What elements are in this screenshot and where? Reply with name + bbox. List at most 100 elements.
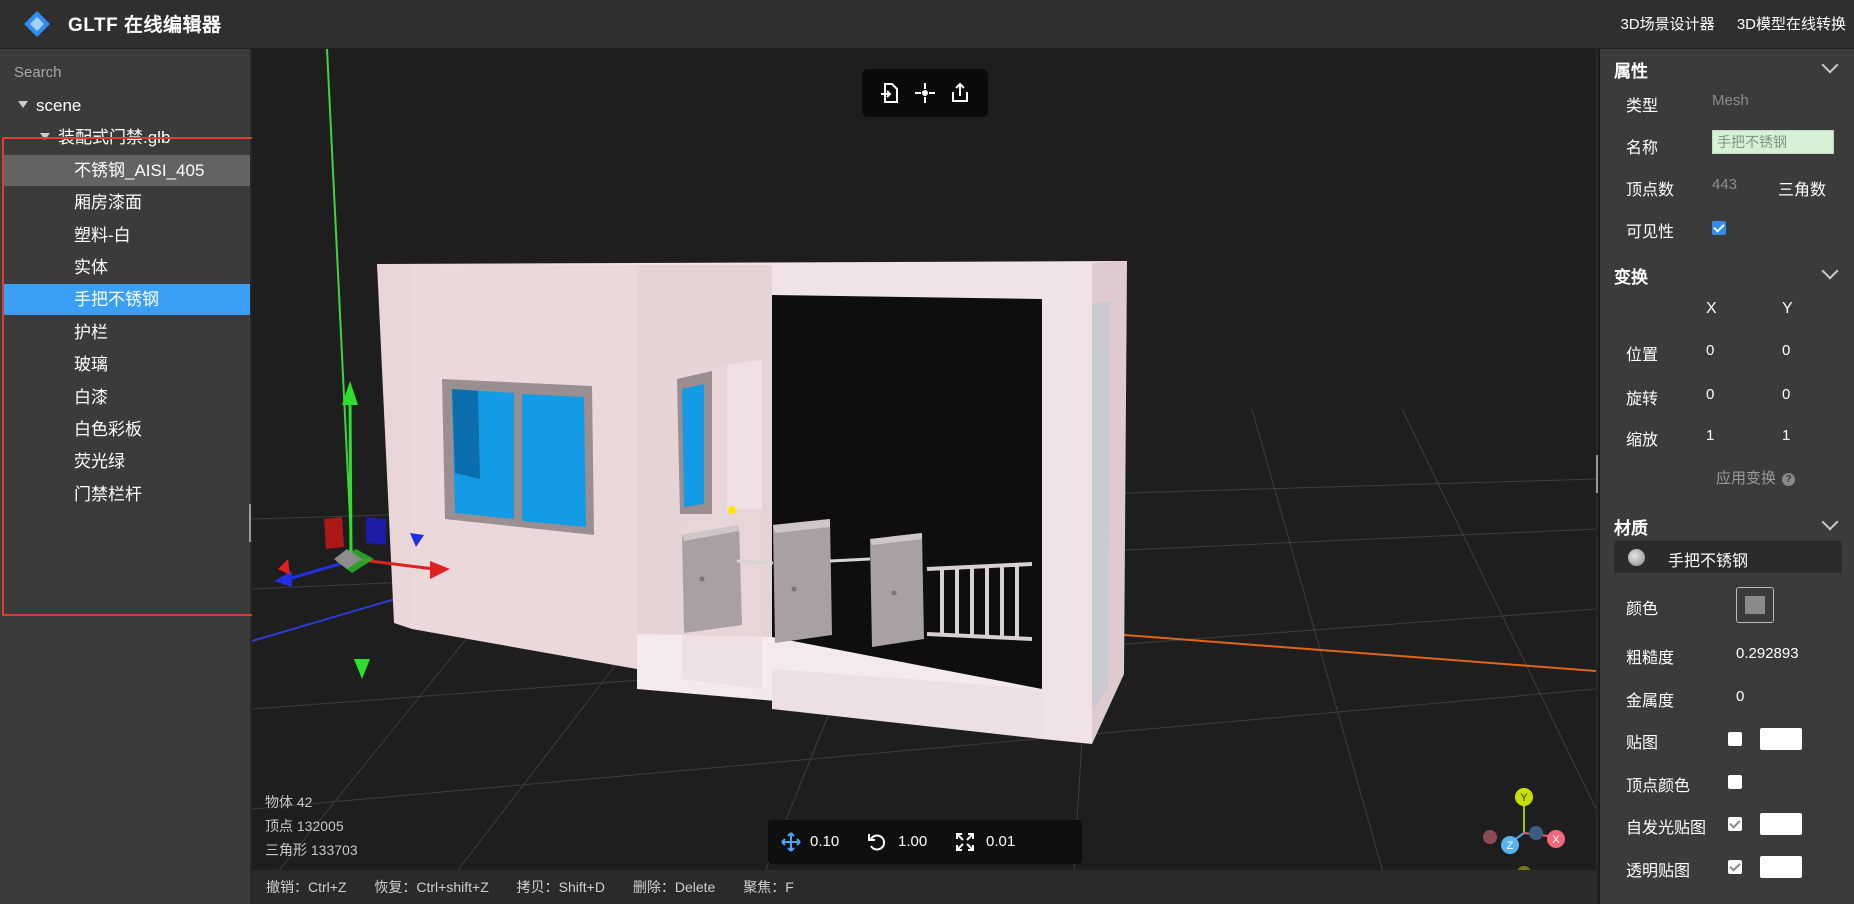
app-logo-icon [24, 11, 50, 37]
position-x[interactable]: 0 [1706, 342, 1714, 359]
export-icon[interactable] [948, 81, 972, 105]
transform-collapse-icon[interactable] [1821, 262, 1839, 280]
transform-col-x: X [1706, 300, 1717, 317]
color-label: 颜色 [1626, 601, 1659, 618]
search-input[interactable] [12, 57, 246, 87]
tree-item-label: 装配式门禁.glb [58, 128, 171, 148]
roughness-label: 粗糙度 [1626, 650, 1675, 667]
properties-collapse-icon[interactable] [1821, 56, 1839, 74]
tree-item[interactable]: 不锈钢_AISI_405 [4, 154, 250, 186]
model-convert-link[interactable]: 3D模型在线转换 [1737, 16, 1846, 33]
position-label: 位置 [1626, 347, 1659, 364]
tree-item-label: 不锈钢_AISI_405 [74, 160, 205, 180]
tree-item[interactable]: 实体 [4, 252, 250, 283]
emissive-map-label: 自发光贴图 [1626, 820, 1707, 837]
metalness-value[interactable]: 0 [1736, 688, 1744, 705]
map-checkbox[interactable] [1728, 732, 1742, 746]
caret-down-icon[interactable] [18, 101, 28, 109]
shortcut-undo: 撤销：Ctrl+Z [266, 879, 347, 895]
type-label: 类型 [1626, 98, 1659, 115]
triangle-count: 三角形 133703 [265, 842, 358, 858]
scale-y[interactable]: 1 [1782, 427, 1790, 444]
scale-x[interactable]: 1 [1706, 427, 1714, 444]
gizmo-z-label: Z [1507, 840, 1514, 852]
caret-down-icon[interactable] [40, 133, 50, 141]
vertex-color-label: 顶点颜色 [1626, 778, 1691, 795]
move-icon[interactable] [780, 831, 802, 853]
map-label: 贴图 [1626, 735, 1659, 752]
tree-item[interactable]: 厢房漆面 [4, 187, 250, 218]
material-selector[interactable]: 手把不锈钢 [1614, 541, 1842, 573]
3d-viewport[interactable]: 物体 42 顶点 132005 三角形 133703 0.10 1.00 0.0… [252, 49, 1596, 904]
visibility-checkbox[interactable] [1712, 221, 1726, 235]
object-count: 物体 42 [265, 794, 313, 810]
apply-transform-button[interactable]: 应用变换? [1716, 467, 1796, 488]
rotation-x[interactable]: 0 [1706, 386, 1714, 403]
vertex-count-label: 顶点数 [1626, 182, 1675, 199]
scene-stats: 物体 42 顶点 132005 三角形 133703 [265, 790, 358, 862]
visibility-label: 可见性 [1626, 224, 1675, 241]
tree-item[interactable]: 装配式门禁.glb [4, 122, 250, 153]
tree-item-label: 护栏 [74, 322, 108, 342]
tree-item-label: 厢房漆面 [74, 193, 142, 213]
tree-item[interactable]: 塑料-白 [4, 220, 250, 251]
alpha-map-slot[interactable] [1760, 856, 1802, 878]
tree-item-label: 塑料-白 [74, 225, 131, 245]
properties-panel: 属性 类型 Mesh 名称 手把不锈钢 顶点数 443 三角数 可见性 变换 X… [1598, 49, 1854, 904]
type-value: Mesh [1712, 92, 1749, 109]
material-preview-icon [1628, 549, 1645, 566]
rotate-snap-value[interactable]: 1.00 [898, 820, 927, 864]
material-collapse-icon[interactable] [1821, 513, 1839, 531]
panel-resize-handle[interactable] [249, 504, 251, 542]
map-slot[interactable] [1760, 728, 1802, 750]
translate-snap-value[interactable]: 0.10 [810, 820, 839, 864]
gizmo-x-label: X [1552, 834, 1560, 846]
tree-item-label: 白漆 [74, 387, 108, 407]
app-title: GLTF 在线编辑器 [68, 15, 222, 36]
tree-item-label: 实体 [74, 258, 108, 277]
position-y[interactable]: 0 [1782, 342, 1790, 359]
tree-item[interactable]: 护栏 [4, 317, 250, 348]
shortcut-focus: 聚焦：F [743, 879, 794, 895]
color-picker-button[interactable] [1736, 587, 1774, 623]
tree-item[interactable]: 荧光绿 [4, 446, 250, 477]
rotate-icon[interactable] [866, 831, 888, 853]
tree-item[interactable]: scene [4, 90, 250, 121]
tree-item-label: scene [36, 96, 82, 115]
shortcut-copy: 拷贝：Shift+D [516, 879, 605, 895]
tree-item-label: 荧光绿 [74, 452, 125, 472]
alpha-map-label: 透明贴图 [1626, 863, 1691, 880]
color-swatch [1745, 596, 1765, 614]
emissive-map-checkbox[interactable] [1728, 817, 1742, 831]
tree-item-label: 白色彩板 [74, 420, 142, 439]
rotation-y[interactable]: 0 [1782, 386, 1790, 403]
name-label: 名称 [1626, 140, 1659, 157]
properties-section-title: 属性 [1614, 62, 1648, 81]
shortcut-delete: 删除：Delete [632, 879, 716, 895]
tree-item[interactable]: 门禁栏杆 [4, 479, 250, 510]
tree-item[interactable]: 白色彩板 [4, 414, 250, 445]
scale-label: 缩放 [1626, 432, 1659, 449]
scale-snap-value[interactable]: 0.01 [986, 820, 1015, 864]
tree-item[interactable]: 白漆 [4, 382, 250, 413]
tree-item-label: 玻璃 [74, 355, 108, 375]
viewport-toolbar [862, 69, 988, 117]
center-icon[interactable] [913, 81, 937, 105]
top-bar: GLTF 在线编辑器 3D场景设计器 3D模型在线转换 [0, 0, 1854, 49]
apply-transform-label: 应用变换 [1716, 470, 1777, 487]
vertex-count: 顶点 132005 [265, 818, 344, 834]
tree-item[interactable]: 手把不锈钢 [4, 284, 250, 316]
import-icon[interactable] [878, 81, 902, 105]
roughness-value[interactable]: 0.292893 [1736, 645, 1799, 662]
triangle-count-label: 三角数 [1778, 182, 1827, 199]
scale-icon[interactable] [954, 831, 976, 853]
help-icon[interactable]: ? [1782, 472, 1796, 486]
alpha-map-checkbox[interactable] [1728, 860, 1742, 874]
emissive-map-slot[interactable] [1760, 813, 1802, 835]
vertex-color-checkbox[interactable] [1728, 775, 1742, 789]
tree-item-label: 门禁栏杆 [74, 484, 142, 504]
transform-col-y: Y [1782, 300, 1793, 317]
scene-designer-link[interactable]: 3D场景设计器 [1620, 16, 1714, 33]
name-field[interactable]: 手把不锈钢 [1712, 130, 1834, 154]
tree-item[interactable]: 玻璃 [4, 349, 250, 380]
